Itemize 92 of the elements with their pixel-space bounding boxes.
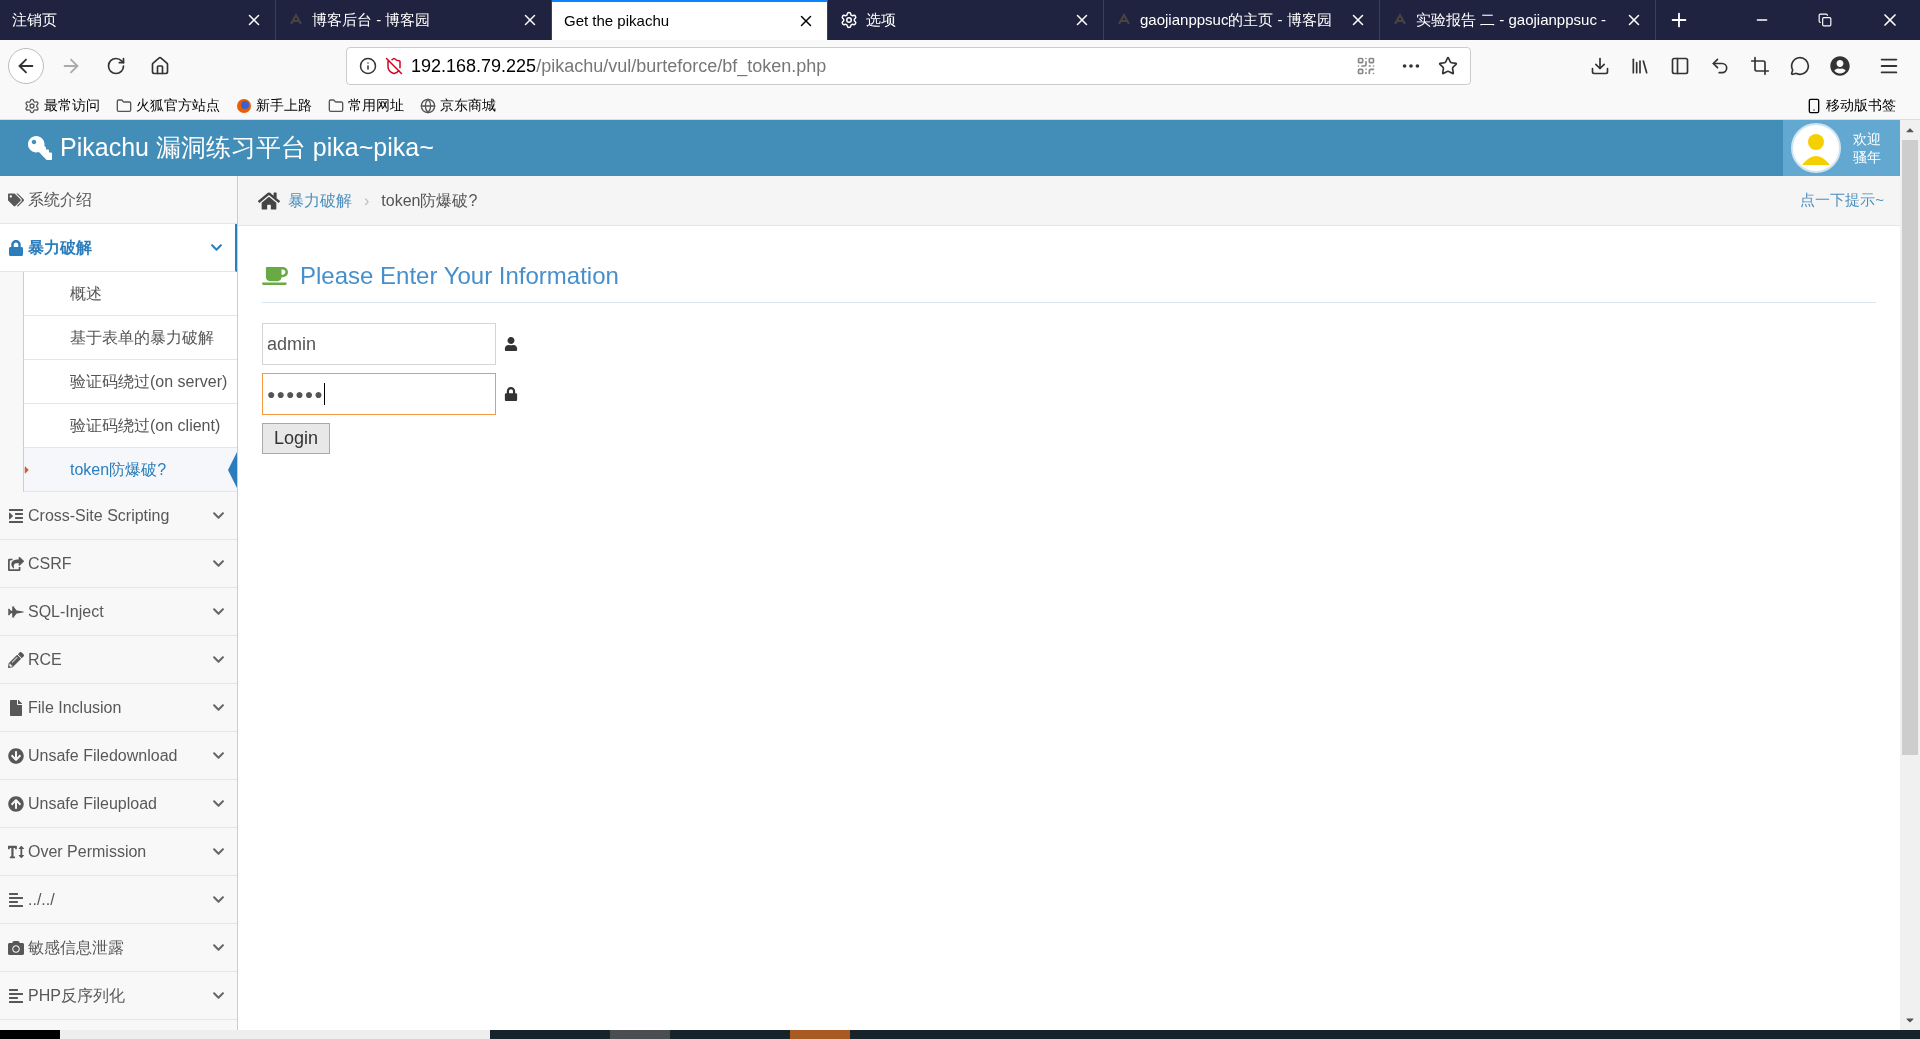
qr-code-icon[interactable] — [1356, 56, 1376, 76]
bookmark-item[interactable]: 最常访问 — [24, 95, 100, 116]
scrollbar-thumb[interactable] — [1902, 140, 1918, 755]
sidebar-item[interactable]: 暴力破解 — [0, 224, 237, 272]
bookmark-item[interactable]: 京东商城 — [420, 95, 496, 116]
tab-title: 选项 — [866, 9, 897, 30]
download-icon — [8, 747, 24, 764]
sidebar-item[interactable]: 敏感信息泄露 — [0, 924, 237, 972]
sidebar-item[interactable]: Unsafe Fileupload — [0, 780, 237, 828]
align-left-icon — [8, 891, 24, 908]
chevron-icon — [210, 241, 223, 254]
submenu-item[interactable]: 概述 — [23, 272, 237, 316]
sidebar-item[interactable]: SQL-Inject — [0, 588, 237, 636]
chevron-icon — [212, 989, 225, 1002]
form-heading: Please Enter Your Information — [300, 261, 619, 291]
tab-title: 博客后台 - 博客园 — [312, 9, 432, 30]
chevron-icon — [212, 701, 225, 714]
chevron-icon — [212, 893, 225, 906]
browser-tab[interactable]: Get the pikachu — [552, 0, 828, 40]
submenu-item[interactable]: 验证码绕过(on client) — [23, 404, 237, 448]
folder-icon — [116, 97, 132, 114]
bookmark-item[interactable]: 火狐官方站点 — [116, 95, 220, 116]
chevron-icon — [212, 653, 225, 666]
greeting-text: 欢迎 — [1853, 130, 1881, 148]
phone-icon — [1806, 97, 1822, 114]
info-icon[interactable] — [359, 57, 377, 75]
pencil-icon — [8, 651, 24, 668]
account-icon[interactable] — [1830, 56, 1850, 76]
mobile-bookmarks[interactable]: 移动版书签 — [1806, 95, 1896, 116]
crop-icon[interactable] — [1750, 56, 1770, 76]
tab-title: 实验报告 二 - gaojianppsuc - — [1416, 9, 1608, 30]
greeting-text: 骚年 — [1853, 148, 1881, 166]
sidebar-item[interactable]: Over Permission — [0, 828, 237, 876]
submenu-item[interactable]: 验证码绕过(on server) — [23, 360, 237, 404]
bookmark-item[interactable]: 新手上路 — [236, 95, 312, 116]
tags-icon — [8, 191, 24, 208]
chevron-icon — [212, 557, 225, 570]
avatar-icon — [1791, 123, 1841, 173]
jet-icon — [8, 603, 24, 620]
chevron-icon — [212, 509, 225, 522]
indent-icon — [8, 507, 24, 524]
sidebar-item[interactable]: CSRF — [0, 540, 237, 588]
upload-icon — [8, 795, 24, 812]
globe-icon — [420, 97, 436, 114]
url-text: 192.168.79.225/pikachu/vul/burteforce/bf_token.php — [411, 54, 827, 79]
sidebar-icon[interactable] — [1670, 56, 1690, 76]
undo-icon[interactable] — [1710, 56, 1730, 76]
folder-icon — [328, 97, 344, 114]
submenu-item[interactable]: token防爆破? — [23, 448, 237, 492]
lock-icon — [8, 239, 24, 256]
key-icon — [28, 136, 52, 160]
sidebar-item[interactable]: File Inclusion — [0, 684, 237, 732]
home-icon[interactable] — [258, 189, 280, 212]
url-field[interactable]: 192.168.79.225/pikachu/vul/burteforce/bf_token.php — [346, 47, 1471, 85]
tab-title: gaojianppsuc的主页 - 博客园 — [1140, 9, 1333, 30]
sidebar-item[interactable]: Cross-Site Scripting — [0, 492, 237, 540]
lock-icon — [504, 387, 518, 401]
sidebar-item[interactable]: PHP反序列化 — [0, 972, 237, 1020]
restore-icon[interactable] — [1818, 13, 1832, 27]
bookmark-item[interactable]: 常用网址 — [328, 95, 404, 116]
home-icon[interactable] — [150, 56, 170, 76]
breadcrumb-current: token防爆破? — [381, 190, 478, 211]
sidebar-item[interactable]: Unsafe Filedownload — [0, 732, 237, 780]
chevron-icon — [212, 797, 225, 810]
chevron-icon — [212, 605, 225, 618]
user-icon — [504, 337, 518, 351]
chevron-icon — [212, 941, 225, 954]
password-field[interactable]: ●●●●●● — [262, 373, 496, 415]
tab-title: 注销页 — [12, 9, 58, 30]
chat-icon[interactable] — [1790, 56, 1810, 76]
sidebar-item[interactable]: RCE — [0, 636, 237, 684]
sidebar-item[interactable]: ../../ — [0, 876, 237, 924]
camera-icon — [8, 939, 24, 956]
breadcrumb-separator: › — [364, 190, 370, 211]
align-left-icon — [8, 987, 24, 1004]
download-icon[interactable] — [1590, 56, 1610, 76]
login-button[interactable]: Login — [262, 423, 330, 454]
reload-icon[interactable] — [106, 56, 126, 76]
file-icon — [8, 699, 24, 716]
username-field[interactable]: admin — [262, 323, 496, 365]
back-button[interactable] — [8, 48, 44, 84]
chevron-icon — [212, 845, 225, 858]
chevron-icon — [212, 749, 225, 762]
submenu-item[interactable]: 基于表单的暴力破解 — [23, 316, 237, 360]
share-icon — [8, 555, 24, 572]
tab-title: Get the pikachu — [564, 10, 671, 31]
gear-icon — [840, 11, 858, 29]
text-height-icon — [8, 843, 24, 860]
gear-icon — [24, 97, 40, 114]
site-title: Pikachu 漏洞练习平台 pika~pika~ — [60, 132, 434, 164]
library-icon[interactable] — [1630, 56, 1650, 76]
star-icon[interactable] — [1438, 56, 1458, 76]
